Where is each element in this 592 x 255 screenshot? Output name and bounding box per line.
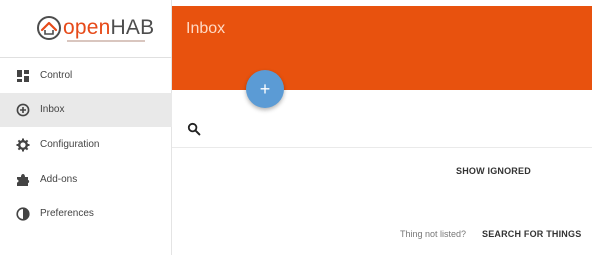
search-for-things-button[interactable]: SEARCH FOR THINGS (482, 228, 581, 240)
inbox-add-icon (16, 103, 30, 117)
search-input[interactable] (208, 118, 568, 140)
sidebar-item-preferences[interactable]: Preferences (0, 197, 172, 231)
openhab-logo-icon (37, 16, 61, 40)
search-bar (172, 110, 592, 148)
puzzle-icon (17, 174, 30, 186)
page-header: Inbox (172, 6, 592, 90)
brand-logo[interactable]: openHAB (0, 0, 172, 58)
sidebar-item-label: Inbox (40, 104, 65, 115)
brand-tagline-mark (67, 40, 145, 42)
sidebar-item-addons[interactable]: Add-ons (0, 163, 172, 197)
brand-name-part1: open (63, 16, 111, 39)
dashboard-icon (17, 70, 29, 82)
sidebar-item-label: Add-ons (40, 174, 78, 185)
brand-name: openHAB (63, 15, 154, 41)
search-icon[interactable] (187, 122, 201, 136)
gear-icon (16, 138, 30, 152)
sidebar-item-label: Preferences (40, 208, 94, 219)
sidebar-item-configuration[interactable]: Configuration (0, 128, 172, 162)
page-title: Inbox (186, 20, 226, 37)
sidebar-item-label: Control (40, 70, 73, 81)
sidebar-item-inbox[interactable]: Inbox (0, 93, 172, 127)
sidebar-item-control[interactable]: Control (0, 59, 172, 93)
contrast-icon (16, 207, 30, 221)
add-thing-button[interactable]: + (246, 70, 284, 108)
sidebar: openHAB Control Inbox Configuration Add-… (0, 0, 172, 255)
thing-not-listed-text: Thing not listed? (400, 229, 467, 239)
brand-name-part2: HAB (110, 16, 155, 39)
sidebar-item-label: Configuration (40, 139, 100, 150)
show-ignored-button[interactable]: SHOW IGNORED (456, 165, 531, 177)
